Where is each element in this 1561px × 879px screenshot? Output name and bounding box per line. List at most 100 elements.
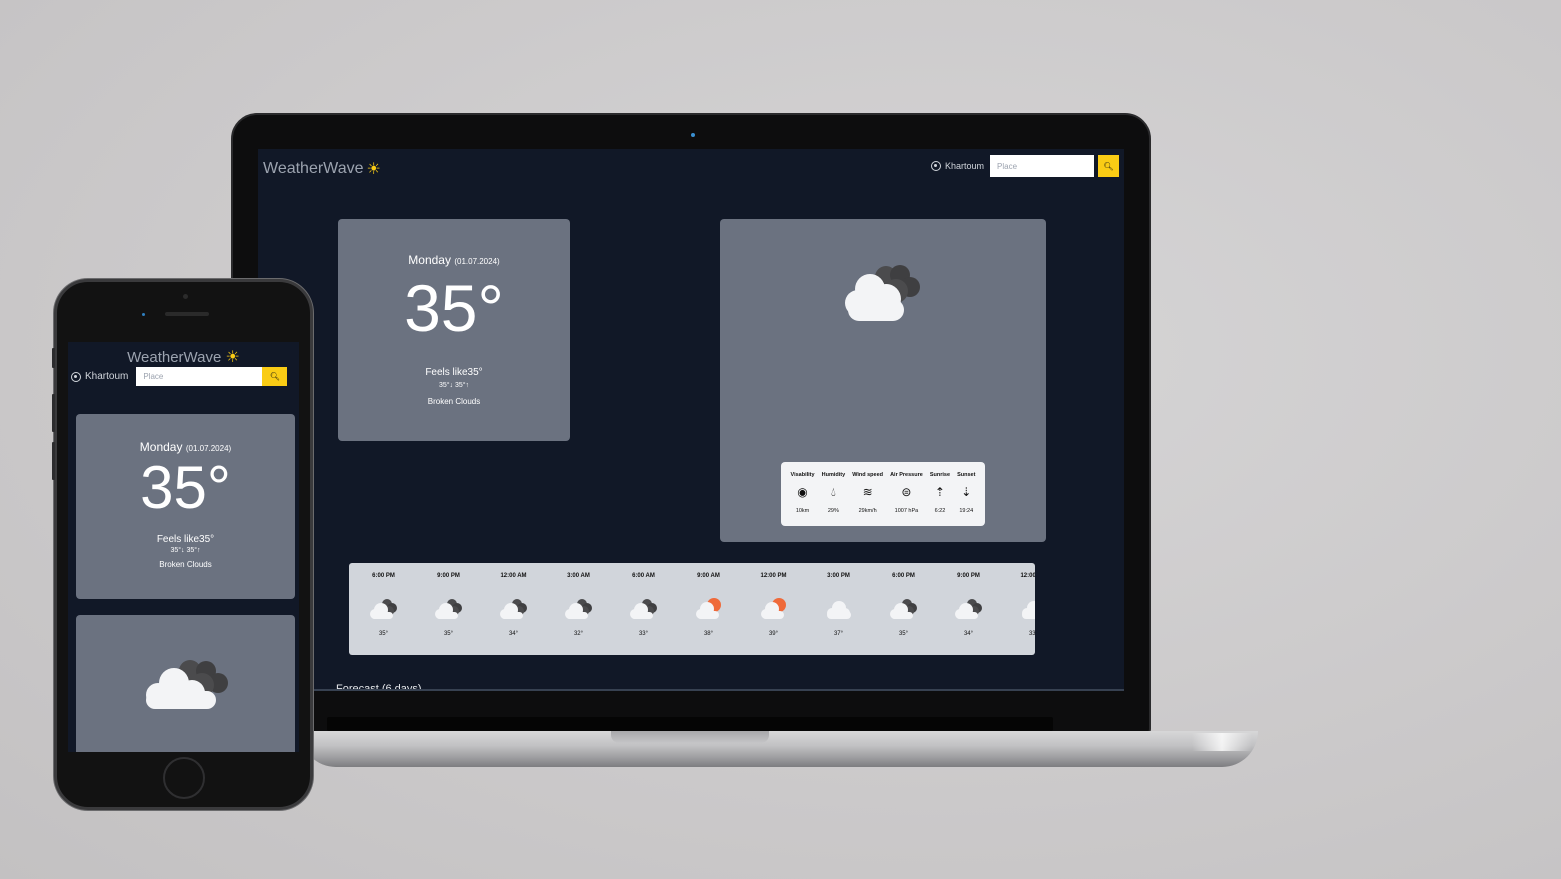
detail-label: Sunset bbox=[957, 472, 976, 478]
laptop-base bbox=[300, 731, 1258, 767]
hourly-item: 9:00 AM 38° bbox=[676, 563, 741, 655]
hour-temperature: 35° bbox=[898, 631, 909, 637]
min-max-temperature: 35°↓ 35°↑ bbox=[170, 547, 201, 554]
divider bbox=[258, 689, 1124, 691]
location-icon bbox=[930, 161, 941, 171]
search-button[interactable]: 🔍︎ bbox=[1098, 155, 1119, 177]
hour-time: 9:00 AM bbox=[697, 573, 720, 579]
hourly-item: 12:00 AM 34° bbox=[481, 563, 546, 655]
broken-clouds-icon bbox=[499, 599, 527, 619]
date: (01.07.2024) bbox=[185, 444, 232, 453]
detail-value: 6:22 bbox=[934, 508, 946, 514]
sunrise-icon: ⇡ bbox=[934, 485, 945, 499]
sun-cloud-icon bbox=[760, 598, 786, 619]
location-button[interactable]: Khartoum bbox=[930, 161, 984, 171]
hour-temperature: 39° bbox=[768, 631, 779, 637]
app-logo[interactable]: WeatherWave ☀ bbox=[68, 347, 299, 367]
hour-time: 3:00 PM bbox=[827, 573, 850, 579]
hourly-item: 9:00 PM 34° bbox=[936, 563, 1001, 655]
laptop-notch bbox=[611, 731, 769, 743]
weather-icon-card bbox=[76, 615, 295, 752]
location-button[interactable]: Khartoum bbox=[71, 371, 128, 382]
hour-temperature: 33° bbox=[1028, 631, 1035, 637]
phone-mute-switch bbox=[52, 348, 55, 368]
hour-temperature: 32° bbox=[573, 631, 584, 637]
hour-time: 3:00 AM bbox=[567, 573, 590, 579]
droplet-icon: 💧︎ bbox=[830, 485, 836, 499]
search-bar: Khartoum 🔍︎ bbox=[930, 155, 1119, 177]
hour-time: 12:00 PM bbox=[760, 573, 787, 579]
current-weather-card: Monday (01.07.2024) 35° Feels like35° 35… bbox=[76, 414, 295, 599]
hourly-item: 6:00 PM 35° bbox=[871, 563, 936, 655]
logo-text: WeatherWave bbox=[127, 349, 222, 366]
hour-temperature: 38° bbox=[703, 631, 714, 637]
search-bar: Khartoum 🔍︎ bbox=[71, 367, 288, 386]
day-name: Monday bbox=[139, 440, 183, 454]
hourly-item: 3:00 AM 32° bbox=[546, 563, 611, 655]
hourly-item: 12:00 PM 39° bbox=[741, 563, 806, 655]
wind-icon: ≋ bbox=[862, 485, 873, 499]
hourly-forecast[interactable]: 6:00 PM 35° 9:00 PM 35° 12:00 AM 34° 3:00 AM 32… bbox=[349, 563, 1035, 655]
hour-temperature: 34° bbox=[508, 631, 519, 637]
detail-value: 29% bbox=[827, 508, 839, 514]
min-max-temperature: 35°↓ 35°↑ bbox=[438, 382, 470, 389]
hour-time: 12:00 AM bbox=[1020, 573, 1035, 579]
detail-label: Wind speed bbox=[852, 472, 884, 478]
weather-details: Visability ◉ 10km Humidity 💧︎ 29% Wind speed ≋ 2… bbox=[781, 462, 985, 526]
detail-value: 19:24 bbox=[959, 508, 974, 514]
hour-temperature: 35° bbox=[443, 631, 454, 637]
sun-icon: ☀ bbox=[225, 349, 240, 366]
phone-screen: WeatherWave ☀ Khartoum 🔍︎ Monday (01.07.… bbox=[68, 342, 299, 752]
sunset-icon: ⇣ bbox=[961, 485, 972, 499]
hour-temperature: 33° bbox=[638, 631, 649, 637]
phone-speaker bbox=[165, 312, 209, 316]
search-icon: 🔍︎ bbox=[269, 372, 280, 381]
search-button[interactable]: 🔍︎ bbox=[262, 367, 288, 386]
detail-item: Humidity 💧︎ 29% bbox=[822, 472, 846, 526]
day-name: Monday bbox=[408, 253, 451, 267]
detail-item: Visability ◉ 10km bbox=[791, 472, 815, 526]
broken-clouds-icon bbox=[889, 599, 917, 619]
sun-cloud-icon bbox=[695, 598, 721, 619]
search-input[interactable] bbox=[990, 155, 1094, 177]
phone-sensor bbox=[142, 313, 145, 316]
hourly-item: 3:00 PM 37° bbox=[806, 563, 871, 655]
broken-clouds-icon bbox=[954, 599, 982, 619]
hour-time: 6:00 AM bbox=[632, 573, 655, 579]
hourly-item: 12:00 AM 33° bbox=[1001, 563, 1035, 655]
detail-value: 10km bbox=[795, 508, 810, 514]
detail-item: Air Pressure ⊜ 1007 hPa bbox=[890, 472, 923, 526]
hourly-item: 9:00 PM 35° bbox=[416, 563, 481, 655]
detail-value: 1007 hPa bbox=[894, 508, 919, 514]
detail-label: Sunrise bbox=[929, 472, 951, 478]
detail-label: Visability bbox=[790, 472, 815, 478]
search-input[interactable] bbox=[136, 367, 263, 386]
hour-time: 6:00 PM bbox=[372, 573, 395, 579]
phone-home-button[interactable] bbox=[163, 757, 205, 799]
phone-frame: WeatherWave ☀ Khartoum 🔍︎ Monday (01.07.… bbox=[52, 279, 313, 810]
eye-icon: ◉ bbox=[797, 485, 808, 499]
laptop-screen: WeatherWave ☀ Khartoum 🔍︎ Monday (01.07.… bbox=[258, 149, 1124, 691]
broken-clouds-icon bbox=[845, 265, 920, 321]
current-temperature: 35° bbox=[140, 454, 231, 521]
detail-item: Wind speed ≋ 29km/h bbox=[852, 472, 883, 526]
logo-text: WeatherWave bbox=[263, 160, 364, 177]
hour-time: 9:00 PM bbox=[957, 573, 980, 579]
detail-item: Sunrise ⇡ 6:22 bbox=[930, 472, 950, 526]
broken-clouds-icon bbox=[564, 599, 592, 619]
app-logo[interactable]: WeatherWave ☀ bbox=[263, 159, 381, 179]
day-line: Monday (01.07.2024) bbox=[76, 440, 295, 454]
detail-label: Humidity bbox=[821, 472, 846, 478]
cloud-icon bbox=[1021, 601, 1035, 619]
phone-volume-down bbox=[52, 442, 55, 480]
laptop-bezel bbox=[327, 717, 1053, 731]
detail-item: Sunset ⇣ 19:24 bbox=[957, 472, 975, 526]
cloud-icon bbox=[826, 601, 851, 619]
laptop-frame: WeatherWave ☀ Khartoum 🔍︎ Monday (01.07.… bbox=[231, 113, 1151, 735]
broken-clouds-icon bbox=[369, 599, 397, 619]
hour-time: 12:00 AM bbox=[500, 573, 527, 579]
weather-description: Broken Clouds bbox=[159, 560, 212, 569]
detail-value: 29km/h bbox=[858, 508, 877, 514]
laptop-camera bbox=[691, 133, 695, 137]
hour-temperature: 37° bbox=[833, 631, 844, 637]
